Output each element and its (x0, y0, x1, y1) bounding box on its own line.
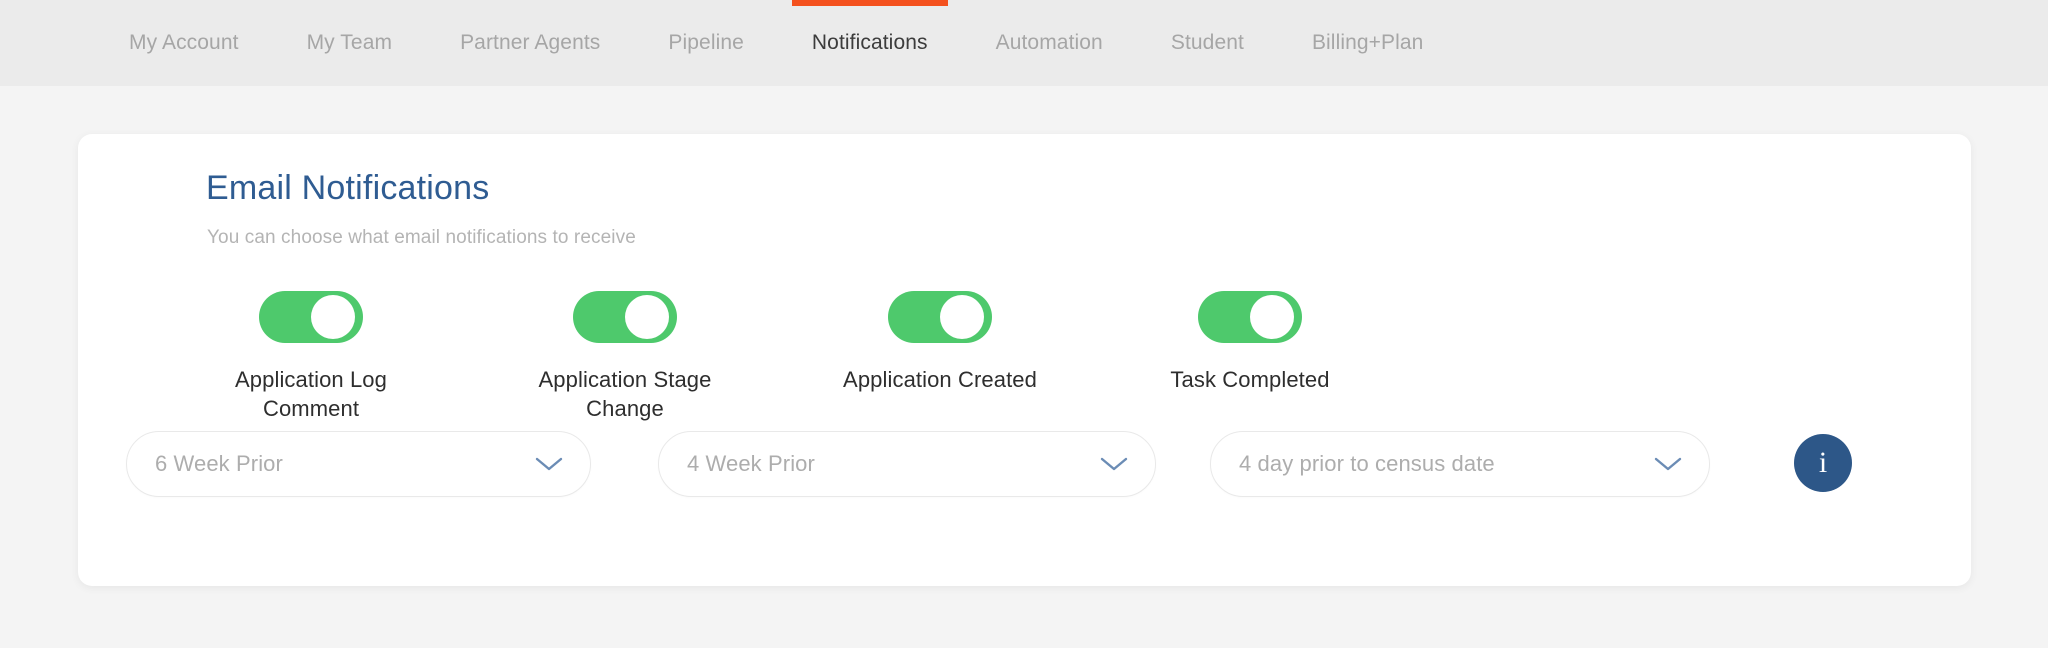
toggle-knob (311, 295, 355, 339)
active-tab-indicator (792, 0, 948, 6)
tab-label: My Team (307, 31, 393, 55)
select-application-log-comment-reminder[interactable]: 6 Week Prior (126, 431, 591, 497)
chevron-down-icon (534, 455, 564, 473)
toggle-label: Application Created (843, 365, 1037, 394)
toggle-item-application-log-comment: Application Log Comment (196, 291, 426, 424)
tab-label: My Account (129, 31, 239, 55)
chevron-down-icon (1099, 455, 1129, 473)
toggle-switch-application-created[interactable] (888, 291, 992, 343)
tab-student[interactable]: Student (1137, 0, 1278, 86)
tab-notifications[interactable]: Notifications (778, 0, 962, 86)
select-census-date-reminder[interactable]: 4 day prior to census date (1210, 431, 1710, 497)
page-title: Email Notifications (206, 168, 1971, 209)
select-application-stage-change-reminder[interactable]: 4 Week Prior (658, 431, 1156, 497)
toggle-item-task-completed: Task Completed (1135, 291, 1365, 394)
tab-label: Student (1171, 31, 1244, 55)
toggle-label: Task Completed (1170, 365, 1329, 394)
email-notifications-card: Email Notifications You can choose what … (78, 134, 1971, 586)
toggle-label: Application Log Comment (211, 365, 411, 424)
reminder-select-group: 6 Week Prior 4 Week Prior 4 day prior to… (78, 431, 1971, 511)
tab-label: Billing+Plan (1312, 31, 1424, 55)
tab-partner-agents[interactable]: Partner Agents (426, 0, 634, 86)
tab-my-team[interactable]: My Team (273, 0, 427, 86)
select-value: 6 Week Prior (155, 451, 534, 477)
toggle-item-application-stage-change: Application Stage Change (510, 291, 740, 424)
tab-label: Automation (996, 31, 1103, 55)
chevron-down-icon (1653, 455, 1683, 473)
toggle-switch-task-completed[interactable] (1198, 291, 1302, 343)
toggle-switch-application-stage-change[interactable] (573, 291, 677, 343)
info-icon: i (1819, 448, 1827, 478)
info-button[interactable]: i (1794, 434, 1852, 492)
tab-automation[interactable]: Automation (962, 0, 1137, 86)
toggle-knob (940, 295, 984, 339)
tab-billing-plan[interactable]: Billing+Plan (1278, 0, 1458, 86)
tab-label: Pipeline (668, 31, 744, 55)
toggle-label: Application Stage Change (525, 365, 725, 424)
toggle-knob (625, 295, 669, 339)
tab-pipeline[interactable]: Pipeline (634, 0, 778, 86)
select-value: 4 Week Prior (687, 451, 1099, 477)
notification-toggle-group: Application Log Comment Application Stag… (78, 291, 1971, 431)
page-subtitle: You can choose what email notifications … (207, 227, 1971, 249)
settings-tab-bar: My Account My Team Partner Agents Pipeli… (0, 0, 2048, 86)
toggle-knob (1250, 295, 1294, 339)
tab-label: Partner Agents (460, 31, 600, 55)
toggle-switch-application-log-comment[interactable] (259, 291, 363, 343)
tab-label: Notifications (812, 31, 928, 55)
page-body: Email Notifications You can choose what … (0, 86, 2048, 648)
tab-my-account[interactable]: My Account (95, 0, 273, 86)
select-value: 4 day prior to census date (1239, 451, 1653, 477)
toggle-item-application-created: Application Created (825, 291, 1055, 394)
